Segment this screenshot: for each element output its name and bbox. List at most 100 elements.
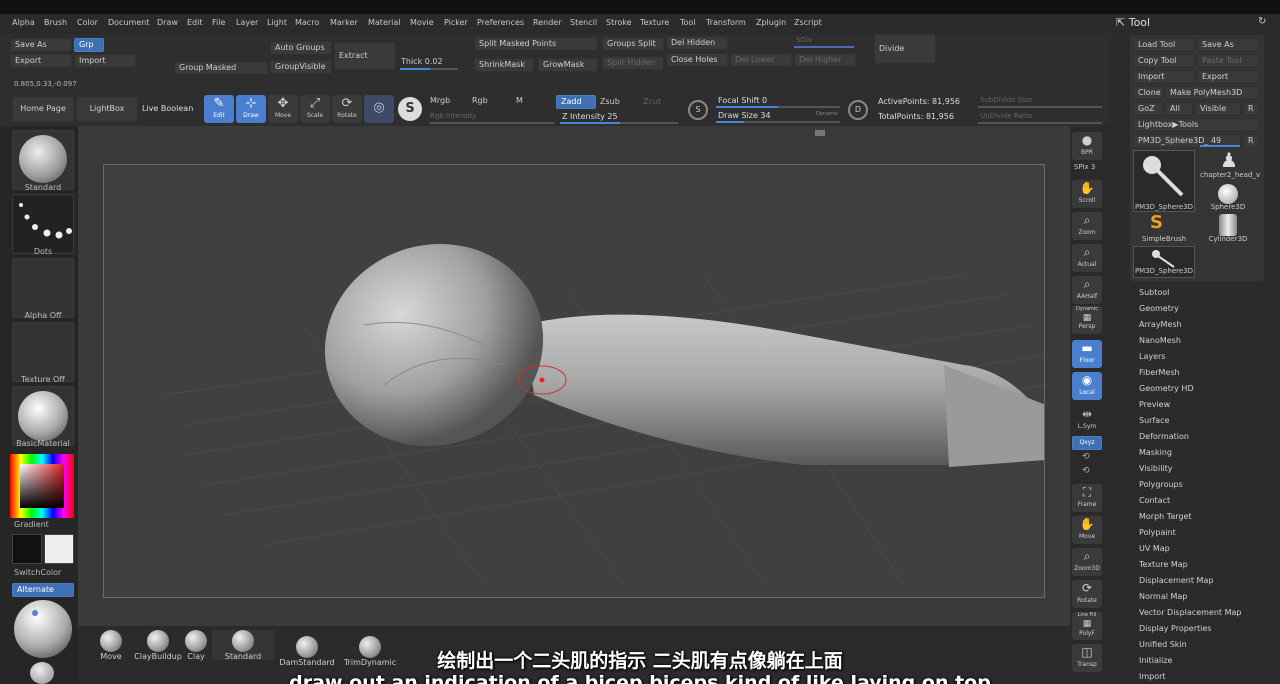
gizmo-button[interactable]: ◎ <box>364 95 394 123</box>
menu-picker[interactable]: Picker <box>444 18 468 27</box>
alpha-selector[interactable] <box>12 258 74 318</box>
menu-document[interactable]: Document <box>108 18 149 27</box>
auto-groups-button[interactable]: Auto Groups <box>270 41 332 55</box>
make-polymesh-button[interactable]: Make PolyMesh3D <box>1165 86 1259 100</box>
tool-subpalette-surface[interactable]: Surface <box>1139 416 1169 425</box>
actual-button[interactable]: ⌕ Actual <box>1072 244 1102 272</box>
goz-visible-button[interactable]: Visible <box>1195 102 1241 116</box>
dynamic-toggle[interactable]: Dynamic <box>816 111 838 117</box>
secondary-color-swatch[interactable] <box>44 534 74 564</box>
rotate-mode-button[interactable]: ⟳ Rotate <box>332 95 362 123</box>
del-hidden-button[interactable]: Del Hidden <box>666 36 728 50</box>
tool-subpalette-display-properties[interactable]: Display Properties <box>1139 624 1211 633</box>
subdivide-size-slider[interactable]: SubDivide Size <box>980 96 1032 104</box>
extract-button[interactable]: Extract <box>334 42 396 70</box>
tool-subpalette-uv-map[interactable]: UV Map <box>1139 544 1170 553</box>
shrink-mask-button[interactable]: ShrinkMask <box>474 58 534 72</box>
menu-movie[interactable]: Movie <box>410 18 434 27</box>
tool-subpalette-polygroups[interactable]: Polygroups <box>1139 480 1183 489</box>
close-holes-button[interactable]: Close Holes <box>666 53 728 67</box>
copy-tool-button[interactable]: Copy Tool <box>1133 54 1195 68</box>
menu-light[interactable]: Light <box>267 18 287 27</box>
split-masked-points-button[interactable]: Split Masked Points <box>474 37 598 51</box>
goz-r-button[interactable]: R <box>1243 102 1259 116</box>
m-toggle[interactable]: M <box>516 96 523 105</box>
menu-brush[interactable]: Brush <box>44 18 67 27</box>
tool-subpalette-preview[interactable]: Preview <box>1139 400 1170 409</box>
sdiv-slider-track[interactable] <box>794 46 854 48</box>
menu-edit[interactable]: Edit <box>187 18 203 27</box>
stroke-icon[interactable]: S <box>688 100 708 120</box>
menu-draw[interactable]: Draw <box>157 18 178 27</box>
divide-button[interactable]: Divide <box>874 34 936 64</box>
menu-color[interactable]: Color <box>77 18 98 27</box>
split-hidden-button[interactable]: Split Hidden <box>602 56 664 70</box>
tool-subpalette-fibermesh[interactable]: FiberMesh <box>1139 368 1180 377</box>
tool-export-button[interactable]: Export <box>1197 70 1259 84</box>
tool-subpalette-subtool[interactable]: Subtool <box>1139 288 1169 297</box>
move-view-button[interactable]: ✋ Move <box>1072 516 1102 544</box>
document-canvas[interactable] <box>103 164 1045 598</box>
viewport-3d[interactable] <box>104 165 1045 598</box>
persp-button[interactable]: Dynamic ▦ Persp <box>1072 306 1102 334</box>
tool-subpalette-deformation[interactable]: Deformation <box>1139 432 1189 441</box>
zadd-toggle[interactable]: Zadd <box>556 95 596 109</box>
zsub-toggle[interactable]: Zsub <box>600 97 620 106</box>
local-button[interactable]: ◉ Local <box>1072 372 1102 400</box>
del-lower-button[interactable]: Del Lower <box>730 53 792 67</box>
move-mode-button[interactable]: ✥ Move <box>268 95 298 123</box>
lightbox-tools-button[interactable]: Lightbox▶Tools <box>1133 118 1259 132</box>
rotate-y-icon[interactable]: ⟲ <box>1082 452 1090 462</box>
alternate-toggle[interactable]: Alternate <box>12 583 74 597</box>
polyf-button[interactable]: Line Fill ▦ PolyF <box>1072 612 1102 640</box>
brush-selector[interactable] <box>12 130 74 190</box>
menu-stencil[interactable]: Stencil <box>570 18 597 27</box>
menu-transform[interactable]: Transform <box>706 18 746 27</box>
tool-subpalette-normal-map[interactable]: Normal Map <box>1139 592 1187 601</box>
sculptris-pro-icon[interactable]: S <box>398 97 422 121</box>
stroke-selector[interactable] <box>12 194 74 254</box>
thick-slider[interactable]: Thick 0.02 <box>401 57 443 66</box>
tool-subpalette-nanomesh[interactable]: NanoMesh <box>1139 336 1181 345</box>
xyz-toggle[interactable]: Qxyz <box>1072 436 1102 450</box>
tool-subpalette-masking[interactable]: Masking <box>1139 448 1172 457</box>
menu-layer[interactable]: Layer <box>236 18 258 27</box>
rgb-intensity-track[interactable] <box>430 122 554 124</box>
canvas-scroll-handle[interactable] <box>815 130 825 136</box>
rotate-z-icon[interactable]: ⟲ <box>1082 466 1090 476</box>
del-higher-button[interactable]: Del Higher <box>794 53 856 67</box>
export-button[interactable]: Export <box>10 54 72 68</box>
current-tool-r-button[interactable]: R <box>1243 134 1259 148</box>
aahalf-button[interactable]: ⌕ AAHalf <box>1072 276 1102 304</box>
tool-subpalette-texture-map[interactable]: Texture Map <box>1139 560 1188 569</box>
menu-preferences[interactable]: Preferences <box>477 18 524 27</box>
menu-material[interactable]: Material <box>368 18 401 27</box>
rotate-view-button[interactable]: ⟳ Rotate <box>1072 580 1102 608</box>
zoom-button[interactable]: ⌕ Zoom <box>1072 212 1102 240</box>
menu-render[interactable]: Render <box>533 18 561 27</box>
group-masked-button[interactable]: Group Masked <box>174 61 268 75</box>
draw-mode-button[interactable]: ⊹ Draw <box>236 95 266 123</box>
live-boolean-button[interactable]: Live Boolean <box>142 104 193 113</box>
save-as-button[interactable]: Save As <box>10 38 72 52</box>
bpr-button[interactable]: ● BPR <box>1072 132 1102 160</box>
tool-subpalette-layers[interactable]: Layers <box>1139 352 1165 361</box>
groups-split-button[interactable]: Groups Split <box>602 37 664 51</box>
subdivide-size-track[interactable] <box>978 106 1102 108</box>
floor-button[interactable]: ▬ Floor <box>1072 340 1102 368</box>
undivide-ratio-slider[interactable]: UnDivide Ratio <box>980 112 1032 120</box>
menu-texture[interactable]: Texture <box>640 18 669 27</box>
mrgb-toggle[interactable]: Mrgb <box>430 96 450 105</box>
main-color-swatch[interactable] <box>12 534 42 564</box>
frame-button[interactable]: ⛶ Frame <box>1072 484 1102 512</box>
tool-subpalette-morph-target[interactable]: Morph Target <box>1139 512 1192 521</box>
sphere3d-icon[interactable] <box>1218 184 1238 204</box>
tool-subpalette-polypaint[interactable]: Polypaint <box>1139 528 1176 537</box>
menu-zscript[interactable]: Zscript <box>794 18 822 27</box>
goz-all-button[interactable]: All <box>1165 102 1193 116</box>
focal-shift-slider[interactable]: Focal Shift 0 <box>718 96 767 105</box>
material-selector[interactable] <box>12 386 74 446</box>
menu-macro[interactable]: Macro <box>295 18 319 27</box>
lsym-button[interactable]: ⇹ L.Sym <box>1072 406 1102 434</box>
draw-size-slider[interactable]: Draw Size 34 <box>718 111 771 120</box>
